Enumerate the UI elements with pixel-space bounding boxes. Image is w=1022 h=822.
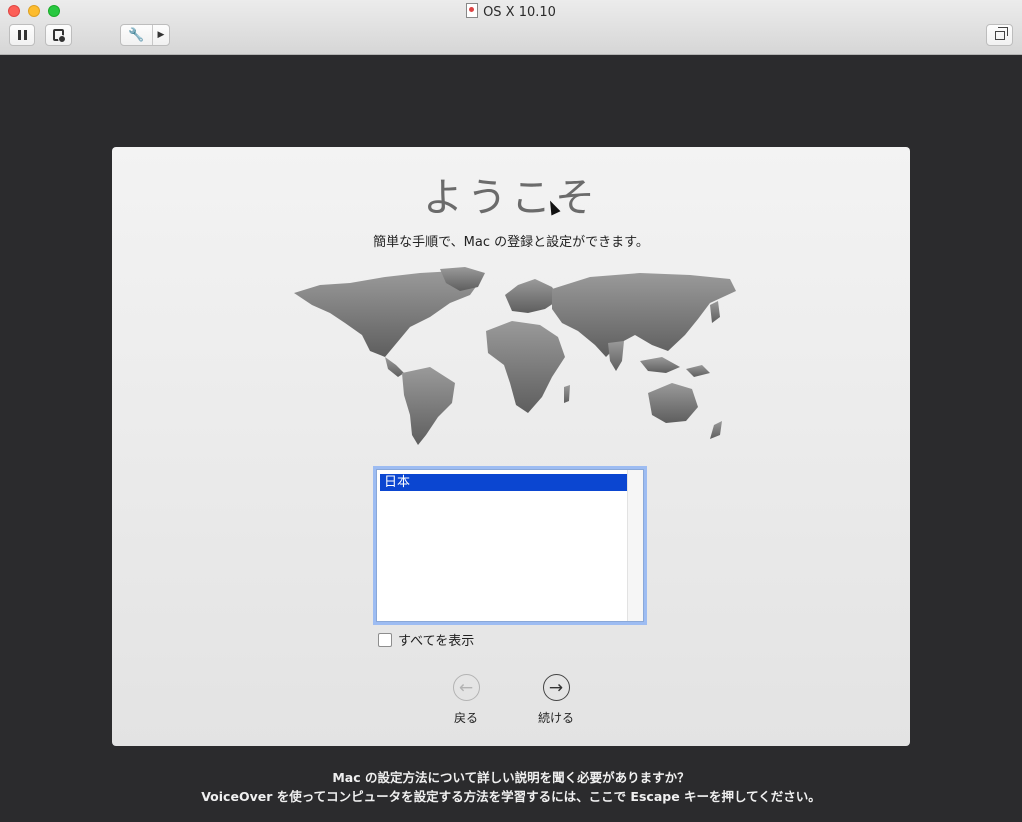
wrench-icon: 🔧 — [128, 27, 145, 43]
window-titlebar: OS X 10.10 🔧 ▶ — [0, 0, 1022, 55]
window-title: OS X 10.10 — [483, 5, 556, 20]
arrow-right-icon: → — [542, 674, 570, 701]
voiceover-hint-line2: VoiceOver を使ってコンピュータを設定する方法を学習するには、ここで E… — [201, 789, 821, 804]
pause-icon — [17, 30, 27, 40]
welcome-heading: ようこそ — [423, 175, 599, 221]
back-button[interactable]: ← 戻る — [436, 674, 496, 726]
welcome-subtitle: 簡単な手順で、Mac の登録と設定ができます。 — [373, 235, 649, 250]
pause-button[interactable] — [9, 24, 35, 46]
snapshot-button[interactable] — [45, 24, 72, 46]
country-listbox[interactable]: 日本 — [376, 469, 644, 622]
caret-right-icon[interactable]: ▶ — [152, 25, 169, 45]
list-item[interactable]: 日本 — [380, 474, 627, 491]
show-all-label: すべてを表示 — [398, 634, 475, 649]
fullscreen-button[interactable] — [986, 24, 1013, 46]
continue-label: 続ける — [537, 711, 574, 725]
back-label: 戻る — [453, 711, 478, 725]
show-all-checkbox-row[interactable]: すべてを表示 — [378, 630, 474, 649]
snapshot-icon — [53, 29, 66, 43]
window-title-area: OS X 10.10 — [0, 3, 1022, 20]
voiceover-hint-line1: Mac の設定方法について詳しい説明を聞く必要がありますか？ — [332, 770, 690, 785]
continue-button[interactable]: → 続ける — [526, 674, 586, 726]
world-map-image — [294, 267, 736, 445]
listbox-scrollbar[interactable] — [627, 470, 643, 621]
restore-window-icon — [994, 26, 1008, 40]
arrow-left-icon: ← — [452, 674, 480, 701]
voiceover-hint: Mac の設定方法について詳しい説明を聞く必要がありますか？ VoiceOver… — [0, 768, 1022, 806]
settings-button[interactable]: 🔧 ▶ — [120, 24, 170, 46]
show-all-checkbox[interactable] — [378, 632, 392, 647]
document-icon — [466, 3, 479, 18]
setup-assistant-panel: ようこそ 簡単な手順で、Mac の登録と設定ができます。 日本 すべてを表示 ←… — [112, 147, 910, 746]
